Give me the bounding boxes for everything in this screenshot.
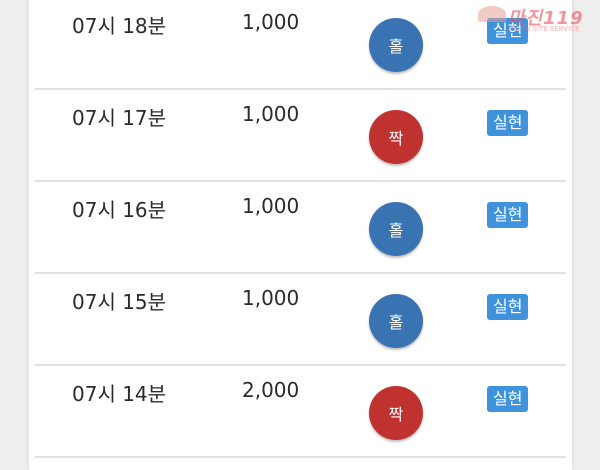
history-row: 07시 15분 1,000 홀 실현 bbox=[35, 272, 566, 366]
result-ball: 짝 bbox=[369, 386, 423, 440]
status-badge: 실현 bbox=[487, 202, 529, 228]
row-amount: 1,000 bbox=[242, 194, 300, 218]
result-ball: 짝 bbox=[369, 110, 423, 164]
wing-icon bbox=[478, 6, 506, 22]
status-badge: 실현 bbox=[487, 294, 529, 320]
row-time: 07시 18분 bbox=[72, 14, 167, 38]
result-ball: 홀 bbox=[369, 202, 423, 256]
watermark-logo: 마진119 MAJIN SITE SERVICE bbox=[474, 2, 598, 36]
row-time: 07시 16분 bbox=[72, 198, 167, 222]
history-row: 07시 17분 1,000 짝 실현 bbox=[35, 88, 566, 182]
history-list: 07시 18분 1,000 홀 실현 07시 17분 1,000 짝 실현 07… bbox=[29, 0, 572, 470]
result-ball: 홀 bbox=[369, 18, 423, 72]
history-row: 07시 16분 1,000 홀 실현 bbox=[35, 180, 566, 274]
row-time: 07시 14분 bbox=[72, 382, 167, 406]
result-ball: 홀 bbox=[369, 294, 423, 348]
row-amount: 2,000 bbox=[242, 378, 300, 402]
row-time: 07시 17분 bbox=[72, 106, 167, 130]
row-amount: 1,000 bbox=[242, 286, 300, 310]
row-amount: 1,000 bbox=[242, 10, 300, 34]
status-badge: 실현 bbox=[487, 110, 529, 136]
watermark-subtext: MAJIN SITE SERVICE bbox=[510, 25, 580, 33]
row-amount: 1,000 bbox=[242, 102, 300, 126]
history-row: 07시 14분 2,000 짝 실현 bbox=[35, 364, 566, 458]
row-time: 07시 15분 bbox=[72, 290, 167, 314]
status-badge: 실현 bbox=[487, 386, 529, 412]
